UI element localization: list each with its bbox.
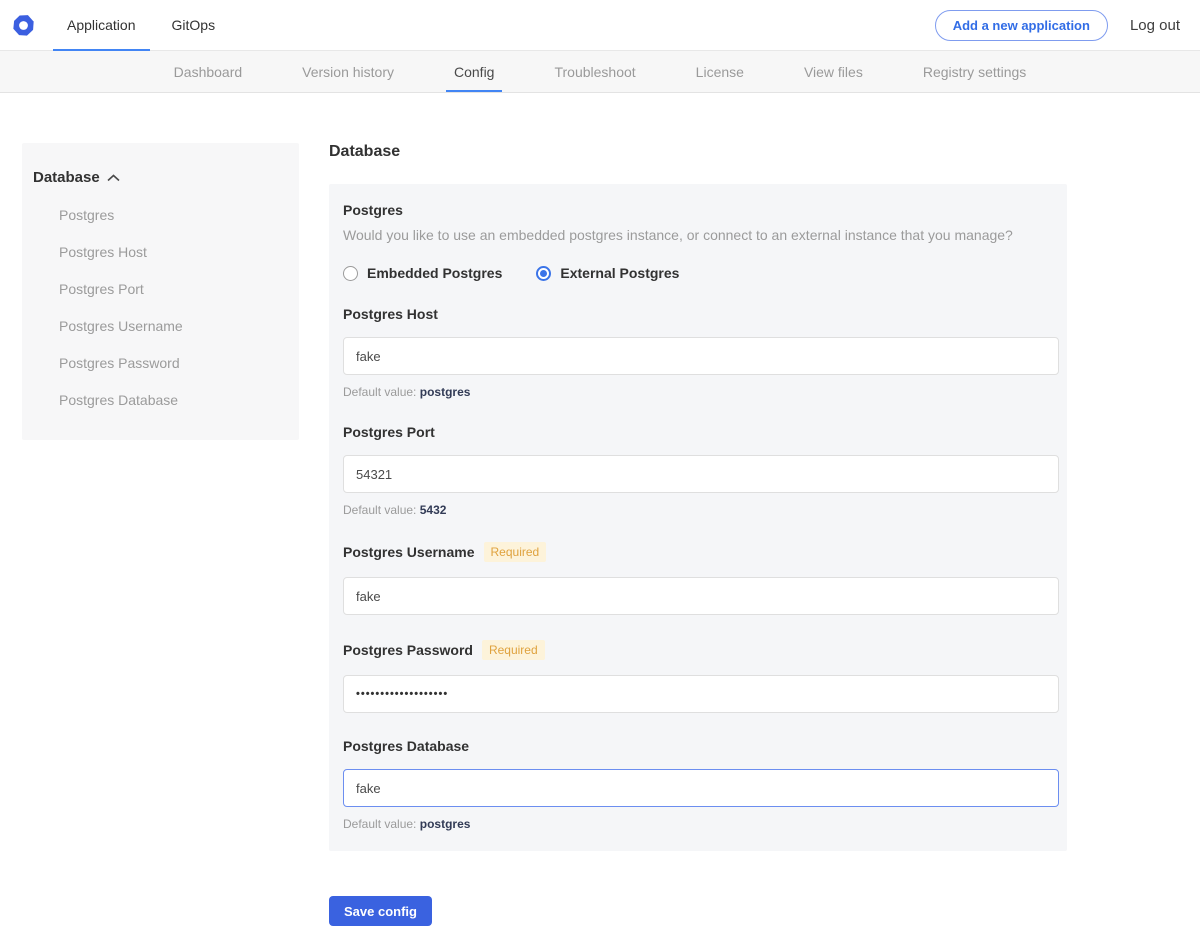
- app-logo[interactable]: [10, 0, 53, 50]
- field-postgres-password: Postgres Password Required: [343, 640, 1055, 713]
- subnav-label-config: Config: [454, 64, 494, 80]
- postgres-database-label: Postgres Database: [343, 738, 469, 754]
- sidebar-item-postgres[interactable]: Postgres: [33, 207, 287, 223]
- group-label-postgres: Postgres: [343, 202, 1055, 218]
- tab-application[interactable]: Application: [53, 0, 150, 50]
- postgres-host-helper: Default value: postgres: [343, 385, 1055, 399]
- sidebar-item-postgres-username[interactable]: Postgres Username: [33, 318, 287, 334]
- default-value-label: Default value:: [343, 817, 416, 831]
- sidebar-item-postgres-port[interactable]: Postgres Port: [33, 281, 287, 297]
- subnav-item-registry-settings[interactable]: Registry settings: [893, 51, 1056, 92]
- field-postgres-username: Postgres Username Required: [343, 542, 1055, 615]
- default-value-text: postgres: [420, 385, 471, 399]
- postgres-username-label: Postgres Username: [343, 544, 475, 560]
- postgres-username-input[interactable]: [343, 577, 1059, 615]
- subnav-label-troubleshoot: Troubleshoot: [554, 64, 635, 80]
- header-right: Add a new application Log out: [935, 0, 1180, 50]
- radio-embedded-postgres[interactable]: Embedded Postgres: [343, 265, 502, 281]
- header-tabs: Application GitOps: [53, 0, 237, 50]
- postgres-password-input[interactable]: [343, 675, 1059, 713]
- top-header: Application GitOps Add a new application…: [0, 0, 1200, 51]
- postgres-port-label: Postgres Port: [343, 424, 435, 440]
- sidebar-item-postgres-host[interactable]: Postgres Host: [33, 244, 287, 260]
- subnav-label-registry-settings: Registry settings: [923, 64, 1026, 80]
- save-config-button[interactable]: Save config: [329, 896, 432, 926]
- octagon-donut-icon: [12, 14, 35, 37]
- postgres-host-input[interactable]: [343, 337, 1059, 375]
- chevron-up-icon: [107, 174, 120, 182]
- sidebar-item-postgres-database[interactable]: Postgres Database: [33, 392, 287, 408]
- postgres-port-helper: Default value: 5432: [343, 503, 1055, 517]
- subnav-item-license[interactable]: License: [666, 51, 774, 92]
- postgres-port-input[interactable]: [343, 455, 1059, 493]
- group-help-text: Would you like to use an embedded postgr…: [343, 227, 1055, 243]
- subnav-label-view-files: View files: [804, 64, 863, 80]
- subnav-item-view-files[interactable]: View files: [774, 51, 893, 92]
- radio-external-postgres[interactable]: External Postgres: [536, 265, 679, 281]
- postgres-password-label: Postgres Password: [343, 642, 473, 658]
- field-postgres-host: Postgres Host Default value: postgres: [343, 306, 1055, 399]
- save-row: Save config: [329, 896, 1067, 943]
- field-postgres-database: Postgres Database Default value: postgre…: [343, 738, 1055, 831]
- radio-unchecked-icon: [343, 266, 358, 281]
- radio-checked-icon: [536, 266, 551, 281]
- default-value-label: Default value:: [343, 503, 416, 517]
- subnav-item-dashboard[interactable]: Dashboard: [144, 51, 273, 92]
- default-value-text: postgres: [420, 817, 471, 831]
- config-sidebar: Database Postgres Postgres Host Postgres…: [22, 143, 299, 440]
- config-section-title: Database: [329, 143, 1067, 161]
- required-badge: Required: [482, 640, 545, 660]
- subnav-item-config[interactable]: Config: [424, 51, 524, 92]
- sidebar-item-list: Postgres Postgres Host Postgres Port Pos…: [33, 207, 287, 408]
- tab-application-label: Application: [67, 17, 136, 33]
- field-postgres-port: Postgres Port Default value: 5432: [343, 424, 1055, 517]
- sidebar-group-database-label: Database: [33, 169, 100, 186]
- postgres-database-input[interactable]: [343, 769, 1059, 807]
- postgres-mode-radio-group: Embedded Postgres External Postgres: [343, 265, 1055, 281]
- logout-link[interactable]: Log out: [1130, 17, 1180, 34]
- subnav-item-version-history[interactable]: Version history: [272, 51, 424, 92]
- add-new-application-button[interactable]: Add a new application: [935, 10, 1108, 41]
- tab-gitops-label: GitOps: [172, 17, 216, 33]
- tab-gitops[interactable]: GitOps: [158, 0, 230, 50]
- radio-external-postgres-label: External Postgres: [560, 265, 679, 281]
- default-value-text: 5432: [420, 503, 447, 517]
- default-value-label: Default value:: [343, 385, 416, 399]
- subnav-label-license: License: [696, 64, 744, 80]
- required-badge: Required: [484, 542, 547, 562]
- sidebar-group-database[interactable]: Database: [33, 169, 287, 186]
- config-page: Database Postgres Postgres Host Postgres…: [0, 93, 1200, 943]
- database-config-panel: Postgres Would you like to use an embedd…: [329, 184, 1067, 851]
- postgres-database-helper: Default value: postgres: [343, 817, 1055, 831]
- postgres-host-label: Postgres Host: [343, 306, 438, 322]
- subnav-label-dashboard: Dashboard: [174, 64, 243, 80]
- subnav-item-troubleshoot[interactable]: Troubleshoot: [524, 51, 665, 92]
- sidebar-item-postgres-password[interactable]: Postgres Password: [33, 355, 287, 371]
- radio-embedded-postgres-label: Embedded Postgres: [367, 265, 502, 281]
- app-subnav: Dashboard Version history Config Trouble…: [0, 51, 1200, 93]
- config-main: Database Postgres Would you like to use …: [329, 143, 1067, 943]
- subnav-label-version-history: Version history: [302, 64, 394, 80]
